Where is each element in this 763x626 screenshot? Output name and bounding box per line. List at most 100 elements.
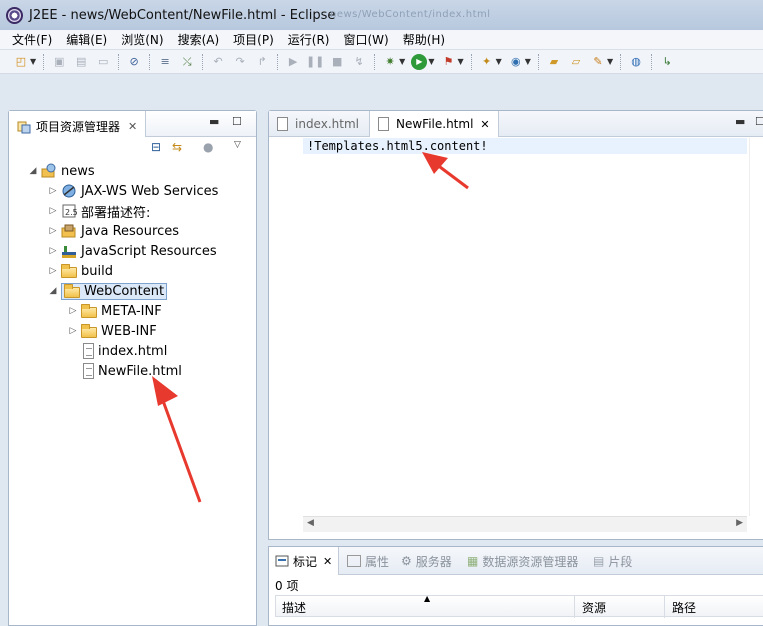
new-icon[interactable]: ◰ [13, 54, 29, 70]
new-class-dropdown-icon[interactable]: ▼ [525, 57, 531, 66]
suspend-icon[interactable]: ❚❚ [306, 54, 324, 70]
tree-item-index-html[interactable]: index.html [81, 341, 167, 361]
column-resource[interactable]: 资源 [582, 599, 606, 616]
editor-tab-index-html[interactable]: index.html [269, 111, 367, 137]
tab-servers[interactable]: ⚙ 服务器 [401, 547, 452, 575]
collapse-all-icon[interactable]: ⊟ [151, 140, 161, 154]
tab-label: 服务器 [415, 554, 452, 569]
tree-item-webcontent[interactable]: ◢ WebContent [47, 281, 168, 301]
next-annotation-icon[interactable]: ↳ [659, 54, 675, 70]
toolbar-separator [651, 53, 653, 70]
save-icon[interactable]: ▣ [51, 54, 67, 70]
external-tools-dropdown-icon[interactable]: ▼ [457, 57, 463, 66]
tree-item-news[interactable]: ◢ news [27, 161, 95, 181]
close-icon[interactable]: ✕ [480, 118, 489, 131]
deployment-descriptor-icon: 2.5 [62, 204, 77, 218]
pencil-dropdown-icon[interactable]: ▼ [607, 57, 613, 66]
menu-help[interactable]: 帮助(H) [403, 31, 445, 48]
focus-icon[interactable]: ● [203, 140, 213, 154]
scroll-left-icon[interactable]: ◀ [307, 518, 314, 528]
tree-item-web-inf[interactable]: ▷ WEB-INF [67, 321, 157, 341]
menu-window[interactable]: 窗口(W) [343, 31, 388, 48]
new-server-dropdown-icon[interactable]: ▼ [496, 57, 502, 66]
menu-edit[interactable]: 编辑(E) [66, 31, 107, 48]
code-text[interactable]: !Templates.html5.content! [307, 139, 488, 153]
tab-snippets[interactable]: ▤ 片段 [593, 547, 632, 575]
open-folder-icon[interactable]: ▰ [546, 54, 562, 70]
collapsed-arrow-icon[interactable]: ▷ [67, 326, 79, 336]
tree-item-jax-ws[interactable]: ▷ JAX-WS Web Services [47, 181, 219, 201]
debug-icon[interactable]: ✷ [382, 54, 398, 70]
menu-file[interactable]: 文件(F) [12, 31, 52, 48]
redo-icon[interactable]: ↷ [232, 54, 248, 70]
new-server-icon[interactable]: ✦ [479, 54, 495, 70]
view-menu-icon[interactable]: ▽ [234, 140, 241, 150]
step-icon[interactable]: ↱ [254, 54, 270, 70]
run-dropdown-icon[interactable]: ▼ [428, 57, 434, 66]
menu-navigate[interactable]: 浏览(N) [121, 31, 163, 48]
menu-run[interactable]: 运行(R) [288, 31, 330, 48]
minimize-icon[interactable]: ▬ [735, 115, 745, 128]
horizontal-scrollbar[interactable]: ◀ ▶ [303, 516, 747, 532]
skip-breakpoints-icon[interactable]: ⊘ [126, 54, 142, 70]
tab-data-source-explorer[interactable]: ▦ 数据源资源管理器 [467, 547, 578, 575]
project-explorer-tab[interactable]: 项目资源管理器 ✕ [9, 111, 147, 137]
expanded-arrow-icon[interactable]: ◢ [27, 166, 39, 176]
tree-item-meta-inf[interactable]: ▷ META-INF [67, 301, 162, 321]
expanded-arrow-icon[interactable]: ◢ [47, 286, 59, 296]
resume-icon[interactable]: ▶ [285, 54, 301, 70]
save-all-icon[interactable]: ▤ [73, 54, 89, 70]
close-icon[interactable]: ✕ [323, 555, 332, 568]
collapsed-arrow-icon[interactable]: ▷ [47, 266, 59, 276]
vertical-scrollbar[interactable] [749, 138, 763, 516]
tab-label: 数据源资源管理器 [482, 554, 579, 569]
scroll-right-icon[interactable]: ▶ [736, 518, 743, 528]
editor-tab-label: NewFile.html [396, 117, 474, 131]
collapsed-arrow-icon[interactable]: ▷ [47, 226, 59, 236]
close-icon[interactable]: ✕ [128, 120, 137, 133]
new-class-icon[interactable]: ◉ [508, 54, 524, 70]
tab-properties[interactable]: 属性 [347, 547, 389, 575]
tab-label: 片段 [608, 554, 633, 569]
column-divider[interactable] [574, 596, 575, 618]
tree-item-javascript-resources[interactable]: ▷ JavaScript Resources [47, 241, 217, 261]
open-type-icon[interactable]: ⤯ [179, 54, 195, 70]
column-description[interactable]: 描述 [282, 599, 306, 616]
new-dropdown-icon[interactable]: ▼ [30, 57, 36, 66]
pencil-icon[interactable]: ✎ [590, 54, 606, 70]
disconnect-icon[interactable]: ↯ [351, 54, 367, 70]
tab-markers[interactable]: 标记 ✕ [269, 547, 340, 575]
collapsed-arrow-icon[interactable]: ▷ [47, 246, 59, 256]
print-icon[interactable]: ▭ [95, 54, 111, 70]
debug-dropdown-icon[interactable]: ▼ [399, 57, 405, 66]
terminate-icon[interactable]: ■ [329, 54, 345, 70]
globe-icon[interactable]: ◍ [628, 54, 644, 70]
collapsed-arrow-icon[interactable]: ▷ [47, 186, 59, 196]
link-with-editor-icon[interactable]: ⇆ [172, 140, 182, 154]
column-path[interactable]: 路径 [672, 599, 696, 616]
editor-tab-newfile-html[interactable]: NewFile.html ✕ [369, 111, 499, 137]
collapsed-arrow-icon[interactable]: ▷ [67, 306, 79, 316]
run-icon[interactable]: ▶ [411, 53, 428, 70]
tree-item-java-resources[interactable]: ▷ Java Resources [47, 221, 179, 241]
undo-icon[interactable]: ↶ [210, 54, 226, 70]
toggle-icon[interactable]: ≡ [157, 54, 173, 70]
menu-search[interactable]: 搜索(A) [178, 31, 220, 48]
tree-item-newfile-html[interactable]: NewFile.html [81, 361, 182, 381]
selected-item[interactable]: WebContent [61, 282, 168, 300]
toolbar-separator [470, 53, 472, 70]
open-task-icon[interactable]: ▱ [568, 54, 584, 70]
column-divider[interactable] [664, 596, 665, 618]
web-services-icon [62, 184, 76, 198]
tree-item-build[interactable]: ▷ build [47, 261, 113, 281]
sort-up-icon: ▲ [424, 594, 431, 603]
toolbar-separator [374, 53, 376, 70]
maximize-icon[interactable]: ☐ [232, 115, 242, 128]
menu-project[interactable]: 项目(P) [233, 31, 274, 48]
editor-area: index.html NewFile.html ✕ ▬ ☐ !Templates… [268, 110, 763, 540]
minimize-icon[interactable]: ▬ [209, 115, 219, 128]
maximize-icon[interactable]: ☐ [755, 115, 763, 128]
collapsed-arrow-icon[interactable]: ▷ [47, 206, 59, 216]
tree-item-deployment-descriptor[interactable]: ▷ 2.5 部署描述符: [47, 201, 150, 221]
external-tools-icon[interactable]: ⚑ [440, 54, 456, 70]
